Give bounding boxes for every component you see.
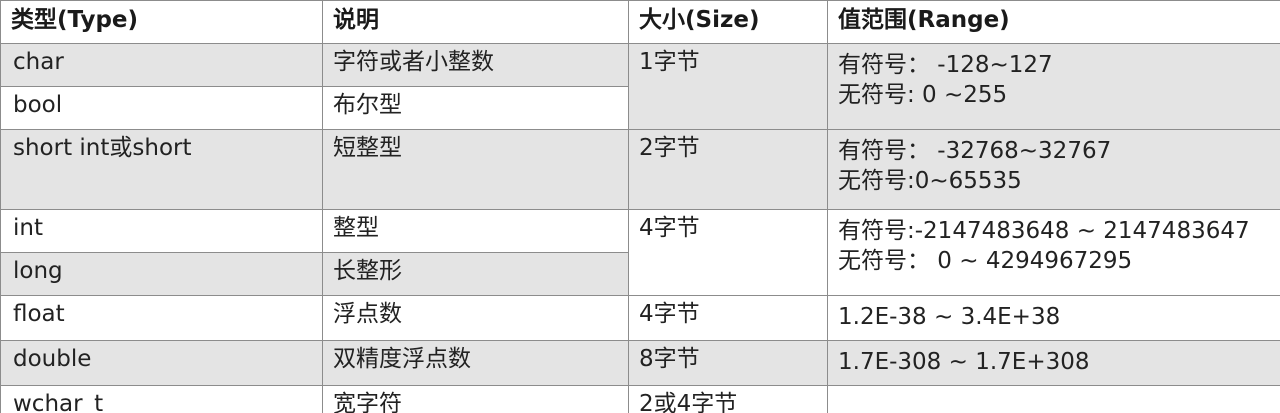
description-cell: 双精度浮点数 [322, 340, 629, 386]
table-row-short: short int或short 短整型 2字节 有符号： -32768~3276… [0, 129, 1280, 210]
range-cell [827, 385, 1280, 413]
header-size: 大小(Size) [628, 0, 828, 44]
range-signed: 有符号： -128~127 [838, 52, 1053, 78]
range-unsigned: 无符号： 0 ~ 4294967295 [838, 248, 1133, 274]
data-types-table: 类型(Type) 说明 大小(Size) 值范围(Range) char 字符或… [0, 0, 1280, 413]
description-cell: 整型 [322, 209, 629, 253]
type-cell: short int或short [0, 129, 323, 210]
type-cell: bool [0, 86, 323, 130]
table-row-char: char 字符或者小整数 1字节 有符号： -128~127 无符号: 0 ~2… [0, 43, 1280, 130]
range-cell: 1.7E-308 ~ 1.7E+308 [827, 340, 1280, 386]
type-cell: wchar_t [0, 385, 323, 413]
table-row-float: float 浮点数 4字节 1.2E-38 ~ 3.4E+38 [0, 295, 1280, 341]
table-row-int: int 整型 4字节 有符号:-2147483648 ~ 2147483647 … [0, 209, 1280, 296]
size-cell: 1字节 [628, 43, 828, 130]
type-size-table-wrapper: 类型(Type) 说明 大小(Size) 值范围(Range) char 字符或… [0, 0, 1280, 413]
range-unsigned: 无符号: 0 ~255 [838, 82, 1008, 108]
size-cell: 4字节 [628, 209, 828, 296]
table-row-double: double 双精度浮点数 8字节 1.7E-308 ~ 1.7E+308 [0, 340, 1280, 386]
range-signed: 有符号： -32768~32767 [838, 138, 1112, 164]
range-cell: 有符号： -128~127 无符号: 0 ~255 [827, 43, 1280, 130]
header-type: 类型(Type) [0, 0, 323, 44]
table-row-wchar: wchar_t 宽字符 2或4字节 [0, 385, 1280, 413]
size-cell: 4字节 [628, 295, 828, 341]
range-cell: 有符号:-2147483648 ~ 2147483647 无符号： 0 ~ 42… [827, 209, 1280, 296]
size-cell: 2字节 [628, 129, 828, 210]
description-cell: 短整型 [322, 129, 629, 210]
size-cell: 8字节 [628, 340, 828, 386]
header-range: 值范围(Range) [827, 0, 1280, 44]
header-row: 类型(Type) 说明 大小(Size) 值范围(Range) [0, 0, 1280, 44]
range-signed: 有符号:-2147483648 ~ 2147483647 [838, 218, 1250, 244]
type-cell: int [0, 209, 323, 253]
description-cell: 布尔型 [322, 86, 629, 130]
type-cell: char [0, 43, 323, 87]
size-cell: 2或4字节 [628, 385, 828, 413]
type-cell: double [0, 340, 323, 386]
description-cell: 浮点数 [322, 295, 629, 341]
type-cell: float [0, 295, 323, 341]
range-cell: 有符号： -32768~32767 无符号:0~65535 [827, 129, 1280, 210]
range-cell: 1.2E-38 ~ 3.4E+38 [827, 295, 1280, 341]
description-cell: 长整形 [322, 252, 629, 296]
type-cell: long [0, 252, 323, 296]
description-cell: 宽字符 [322, 385, 629, 413]
header-description: 说明 [322, 0, 629, 44]
range-unsigned: 无符号:0~65535 [838, 168, 1022, 194]
description-cell: 字符或者小整数 [322, 43, 629, 87]
